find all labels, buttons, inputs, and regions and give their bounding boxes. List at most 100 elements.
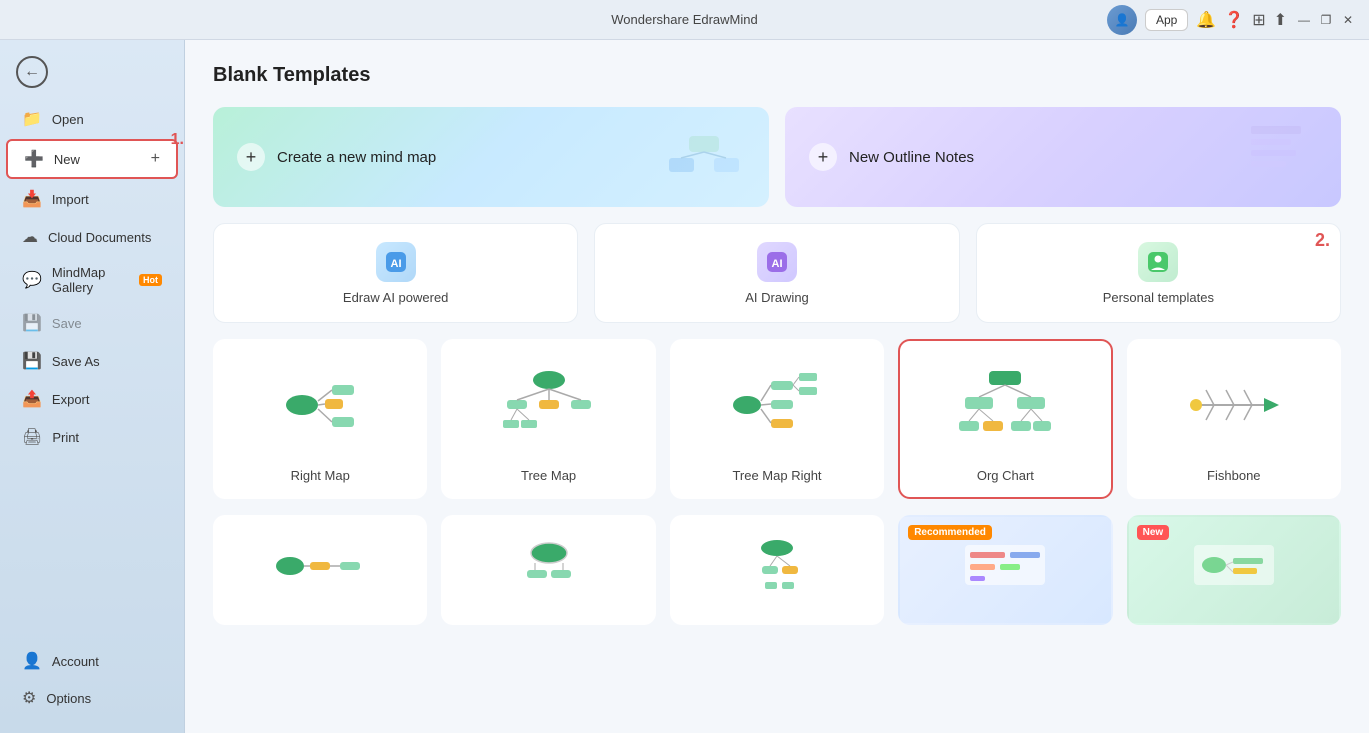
template-cards: Right Map: [213, 339, 1341, 499]
hot-badge: Hot: [139, 274, 162, 286]
timeline1-diagram: [215, 517, 425, 613]
right-map-diagram: [215, 341, 425, 468]
template-org-chart[interactable]: Org Chart: [898, 339, 1112, 499]
cloud-icon: ☁: [22, 227, 38, 247]
add-icon[interactable]: +: [151, 150, 160, 168]
timeline2-diagram: [443, 517, 653, 613]
step1-label: 1.: [171, 131, 184, 149]
personal-icon: [1138, 242, 1178, 282]
print-label: Print: [52, 430, 79, 445]
edraw-ai-card[interactable]: AI Edraw AI powered: [213, 223, 578, 323]
content-area: Blank Templates + Create a new mind map: [185, 40, 1369, 733]
export-label: Export: [52, 392, 90, 407]
sidebar-bottom: 👤 Account ⚙ Options: [0, 642, 184, 725]
ai-drawing-icon: AI: [757, 242, 797, 282]
tree-map-right-label: Tree Map Right: [732, 468, 821, 483]
sidebar-item-mindmap[interactable]: 💬 MindMap Gallery Hot: [6, 257, 178, 303]
template-tree-map[interactable]: Tree Map: [441, 339, 655, 499]
close-button[interactable]: ✕: [1339, 11, 1357, 29]
tree-map-right-diagram: [672, 341, 882, 468]
template-tree-map-right[interactable]: Tree Map Right: [670, 339, 884, 499]
ai-icon: AI: [376, 242, 416, 282]
outline-decoration: [1241, 121, 1321, 193]
new-outline-card[interactable]: + New Outline Notes: [785, 107, 1341, 207]
window-controls: — ❐ ✕: [1295, 11, 1357, 29]
org-chart-label: Org Chart: [977, 468, 1034, 483]
share-icon[interactable]: ⬆: [1274, 10, 1287, 30]
mindmap-label: MindMap Gallery: [52, 265, 129, 295]
new-label: New: [54, 152, 80, 167]
sidebar-item-print[interactable]: 🖨 Print: [6, 419, 178, 455]
minimize-button[interactable]: —: [1295, 11, 1313, 29]
fishbone-diagram: [1129, 341, 1339, 468]
edraw-ai-label: Edraw AI powered: [343, 290, 449, 305]
tree-map-diagram: [443, 341, 653, 468]
template-timeline1[interactable]: [213, 515, 427, 625]
app-button[interactable]: App: [1145, 9, 1188, 31]
plus-circle-icon: ➕: [24, 149, 44, 169]
export-icon: 📤: [22, 389, 42, 409]
page-title: Blank Templates: [213, 64, 1341, 87]
main-layout: ← 📁 Open ➕ New + 1. 📥 Import ☁ Cloud Doc…: [0, 40, 1369, 733]
mindmap-icon: 💬: [22, 270, 42, 290]
template-fishbone[interactable]: Fishbone: [1127, 339, 1341, 499]
template-new[interactable]: New: [1127, 515, 1341, 625]
maximize-button[interactable]: ❐: [1317, 11, 1335, 29]
save-icon: 💾: [22, 313, 42, 333]
sidebar-item-export[interactable]: 📤 Export: [6, 381, 178, 417]
back-icon: ←: [16, 56, 48, 88]
create-mind-map-card[interactable]: + Create a new mind map: [213, 107, 769, 207]
notification-icon[interactable]: 🔔: [1196, 10, 1216, 30]
sidebar-item-account[interactable]: 👤 Account: [6, 643, 178, 679]
options-label: Options: [46, 691, 91, 706]
action-cards: AI Edraw AI powered AI AI Drawing: [213, 223, 1341, 323]
template-timeline3[interactable]: [670, 515, 884, 625]
ai-drawing-label: AI Drawing: [745, 290, 809, 305]
outline-plus-button[interactable]: +: [809, 143, 837, 171]
svg-text:AI: AI: [771, 258, 782, 270]
tree-map-label: Tree Map: [521, 468, 576, 483]
sidebar-item-saveas[interactable]: 💾 Save As: [6, 343, 178, 379]
sidebar-item-save[interactable]: 💾 Save: [6, 305, 178, 341]
sidebar: ← 📁 Open ➕ New + 1. 📥 Import ☁ Cloud Doc…: [0, 40, 185, 733]
create-plus-button[interactable]: +: [237, 143, 265, 171]
help-icon[interactable]: ❓: [1224, 10, 1244, 30]
titlebar-controls: 👤 App 🔔 ❓ ⊞ ⬆ — ❐ ✕: [1107, 5, 1357, 35]
template-recommended[interactable]: Recommended: [898, 515, 1112, 625]
avatar[interactable]: 👤: [1107, 5, 1137, 35]
recommended-badge: Recommended: [908, 525, 992, 540]
back-button[interactable]: ←: [0, 48, 184, 96]
sidebar-item-import[interactable]: 📥 Import: [6, 181, 178, 217]
account-icon: 👤: [22, 651, 42, 671]
grid-icon[interactable]: ⊞: [1252, 10, 1265, 30]
titlebar: Wondershare EdrawMind 👤 App 🔔 ❓ ⊞ ⬆ — ❐ …: [0, 0, 1369, 40]
bottom-template-cards: Recommended New: [213, 515, 1341, 625]
mind-map-decoration: [659, 116, 749, 198]
cloud-label: Cloud Documents: [48, 230, 151, 245]
template-right-map[interactable]: Right Map: [213, 339, 427, 499]
folder-icon: 📁: [22, 109, 42, 129]
sidebar-item-cloud[interactable]: ☁ Cloud Documents: [6, 219, 178, 255]
timeline3-diagram: [672, 517, 882, 613]
new-badge: New: [1137, 525, 1170, 540]
sidebar-item-new[interactable]: ➕ New + 1.: [6, 139, 178, 179]
right-map-label: Right Map: [291, 468, 350, 483]
svg-text:AI: AI: [390, 258, 401, 270]
ai-drawing-card[interactable]: AI AI Drawing: [594, 223, 959, 323]
sidebar-item-open[interactable]: 📁 Open: [6, 101, 178, 137]
save-label: Save: [52, 316, 82, 331]
personal-templates-card[interactable]: Personal templates 2.: [976, 223, 1341, 323]
personal-label: Personal templates: [1103, 290, 1214, 305]
titlebar-title: Wondershare EdrawMind: [611, 12, 757, 27]
open-label: Open: [52, 112, 84, 127]
top-cards: + Create a new mind map + New Outline No…: [213, 107, 1341, 207]
step2-label: 2.: [1315, 230, 1330, 251]
template-timeline2[interactable]: [441, 515, 655, 625]
import-label: Import: [52, 192, 89, 207]
fishbone-label: Fishbone: [1207, 468, 1260, 483]
saveas-label: Save As: [52, 354, 100, 369]
saveas-icon: 💾: [22, 351, 42, 371]
org-chart-diagram: [900, 341, 1110, 468]
sidebar-item-options[interactable]: ⚙ Options: [6, 680, 178, 716]
import-icon: 📥: [22, 189, 42, 209]
